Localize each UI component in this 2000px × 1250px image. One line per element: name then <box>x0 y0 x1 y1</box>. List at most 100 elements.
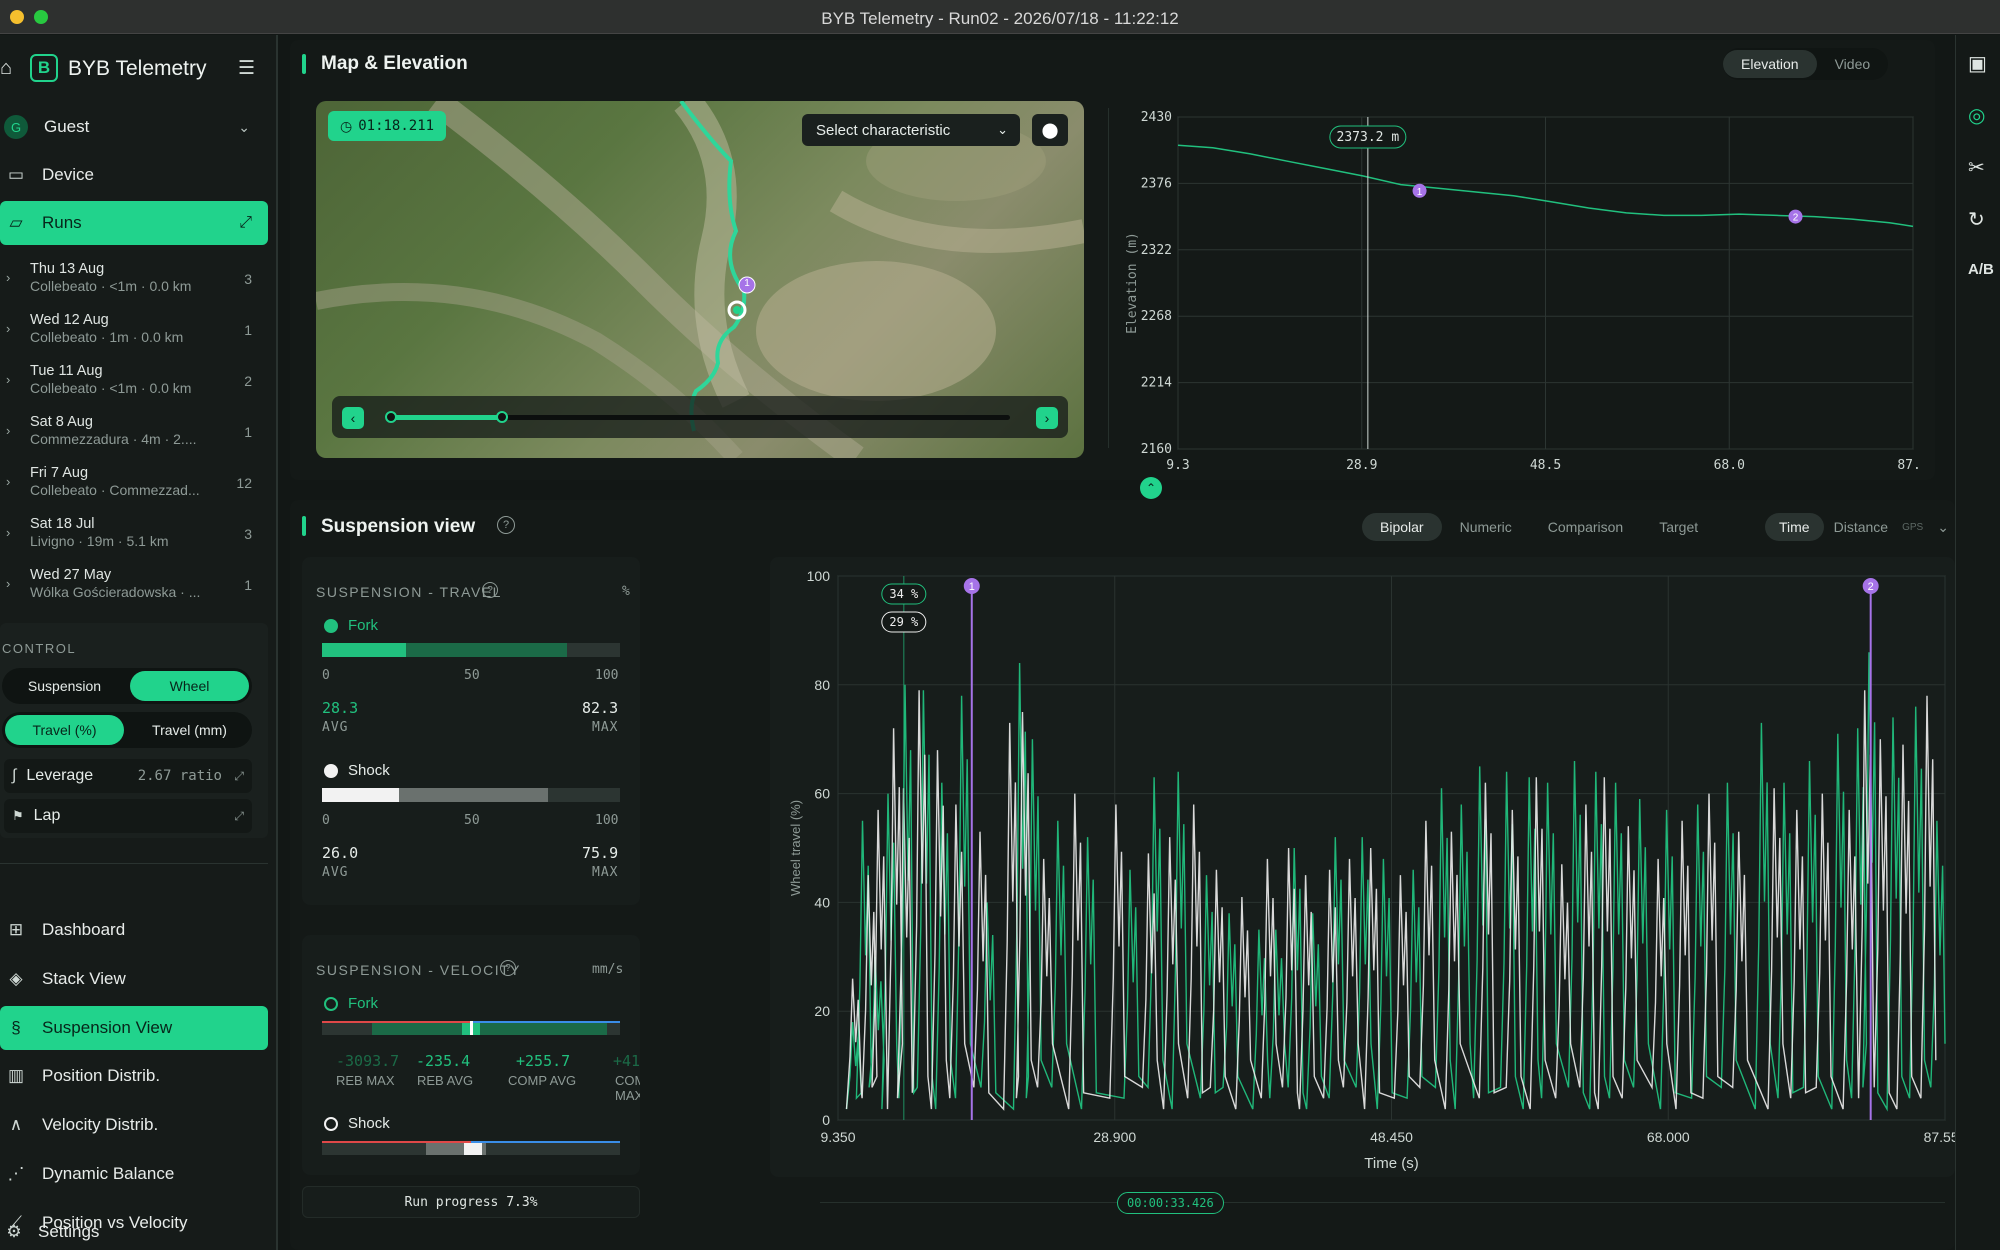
playhead-time[interactable]: 00:00:33.426 <box>1117 1192 1224 1214</box>
nav-label: Stack View <box>42 968 126 988</box>
sidebar-item-dashboard[interactable]: ⊞ Dashboard <box>0 908 268 952</box>
velocity-title: SUSPENSION - VELOCITY <box>316 962 521 978</box>
mode-suspension[interactable]: Suspension <box>5 671 124 701</box>
title-bar: BYB Telemetry - Run02 - 2026/07/18 - 11:… <box>0 0 2000 34</box>
comp-max-label: COMP MAX <box>615 1073 640 1103</box>
comp-avg-value: +255.7 <box>516 1052 571 1070</box>
nav-label: Dashboard <box>42 920 126 939</box>
scrub-range <box>390 415 502 420</box>
shock-velocity-bar <box>322 1141 620 1155</box>
chevron-down-icon: ⌄ <box>238 118 250 135</box>
tab-numeric[interactable]: Numeric <box>1442 513 1530 541</box>
run-item[interactable]: › Wed 12 Aug Collebeato · 1m · 0.0 km 1 <box>0 308 268 358</box>
cursor-value-label: 34 % <box>889 587 919 601</box>
chevron-right-icon[interactable]: › <box>6 423 10 438</box>
sidebar-item-dynamic-balance[interactable]: ⋰ Dynamic Balance <box>0 1152 268 1196</box>
scrub-next-button[interactable]: › <box>1036 407 1058 429</box>
sidebar-item-device[interactable]: ▭ Device <box>0 153 268 197</box>
sidebar-item-velocity-distrib[interactable]: ∧ Velocity Distrib. <box>0 1103 268 1147</box>
scrub-track[interactable] <box>385 411 1010 423</box>
y-tick-label: 2268 <box>1141 309 1172 324</box>
shock-avg-label: AVG <box>322 865 349 880</box>
tab-bipolar[interactable]: Bipolar <box>1362 513 1442 541</box>
satellite-map[interactable]: 1 ◷ 01:18.211 Select characteristic ⌄ ⬤ … <box>316 101 1084 458</box>
x-tick-label: 48.5 <box>1530 458 1561 473</box>
scrub-prev-button[interactable]: ‹ <box>342 407 364 429</box>
run-item[interactable]: › Wed 27 May Wólka Gościeradowska · ... 1 <box>0 563 268 613</box>
chevron-right-icon[interactable]: › <box>6 525 10 540</box>
target-icon[interactable]: ◎ <box>1968 103 1985 128</box>
shock-max-value: 75.9 <box>582 844 619 862</box>
tab-time[interactable]: Time <box>1765 513 1824 541</box>
location-pin-button[interactable]: ⬤ <box>1032 114 1068 146</box>
scrub-handle-start[interactable] <box>385 411 397 423</box>
reb-max-value: -3093.7 <box>336 1052 400 1070</box>
chevron-right-icon[interactable]: › <box>6 372 10 387</box>
tab-target[interactable]: Target <box>1641 513 1716 541</box>
expand-icon[interactable]: ⤢ <box>239 214 252 232</box>
ab-icon[interactable]: A/B <box>1968 261 1994 278</box>
window-icon[interactable]: ▣ <box>1968 51 1987 76</box>
run-count: 1 <box>244 322 252 338</box>
sidebar-item-stack-view[interactable]: ◈ Stack View <box>0 957 268 1001</box>
characteristic-select[interactable]: Select characteristic ⌄ <box>802 114 1020 146</box>
tick-100: 100 <box>595 813 619 828</box>
playhead-track <box>820 1202 1945 1203</box>
collapse-panel-button[interactable]: ⌃ <box>1140 477 1162 499</box>
x-tick-label: 9.3 <box>1166 458 1189 473</box>
chevron-right-icon[interactable]: › <box>6 576 10 591</box>
section-indicator <box>302 516 306 536</box>
run-item[interactable]: › Thu 13 Aug Collebeato · <1m · 0.0 km 3 <box>0 257 268 307</box>
gps-label: GPS <box>1902 521 1924 533</box>
chevron-right-icon[interactable]: › <box>6 270 10 285</box>
run-date: Fri 7 Aug <box>30 465 89 481</box>
help-icon[interactable]: ? <box>497 516 515 534</box>
comp-max-value: +4160.4 <box>613 1052 640 1070</box>
run-date: Thu 13 Aug <box>30 261 105 277</box>
leverage-row[interactable]: ∫ Leverage 2.67 ratio ⤢ <box>4 759 252 793</box>
lap-row[interactable]: ⚑ Lap ⤢ <box>4 799 252 833</box>
run-item[interactable]: › Fri 7 Aug Collebeato · Commezzad... 12 <box>0 461 268 511</box>
fork-ring <box>324 997 338 1011</box>
home-icon[interactable]: ⌂ <box>0 57 12 80</box>
run-count: 3 <box>244 271 252 287</box>
chevron-right-icon[interactable]: › <box>6 321 10 336</box>
wheel-travel-chart[interactable]: 0 20 40 60 80 100 9.350 28.900 48.450 68.000 87.55… <box>770 557 1955 1237</box>
fork-vel-range <box>372 1023 607 1035</box>
expand-icon[interactable]: ⤢ <box>234 809 244 824</box>
x-tick-label: 9.350 <box>820 1129 855 1145</box>
collapse-sidebar-icon[interactable]: ☰ <box>238 57 255 80</box>
device-label: Device <box>42 165 94 184</box>
help-icon[interactable]: ? <box>500 960 516 976</box>
tab-comparison[interactable]: Comparison <box>1530 513 1641 541</box>
run-progress-text: Run progress 7.3% <box>404 1194 538 1210</box>
run-item[interactable]: › Sat 8 Aug Commezzadura · 4m · 2.... 1 <box>0 410 268 460</box>
unit-travel-mm[interactable]: Travel (mm) <box>130 715 249 745</box>
run-item[interactable]: › Tue 11 Aug Collebeato · <1m · 0.0 km 2 <box>0 359 268 409</box>
unit-travel-percent[interactable]: Travel (%) <box>5 715 124 745</box>
sidebar-item-suspension-view[interactable]: § Suspension View <box>0 1005 268 1050</box>
mode-wheel[interactable]: Wheel <box>130 671 249 701</box>
help-icon[interactable]: ? <box>482 582 498 598</box>
elevation-chart[interactable]: 2430 2376 2322 2268 2214 21609.3 28.9 48.5 68.0 8… <box>1120 60 1920 480</box>
sidebar-item-runs[interactable]: ▱ Runs ⤢ <box>0 201 268 245</box>
chevron-right-icon[interactable]: › <box>6 474 10 489</box>
run-count: 1 <box>244 424 252 440</box>
scrub-handle-end[interactable] <box>496 411 508 423</box>
y-axis-label: Wheel travel (%) <box>788 800 803 896</box>
y-axis-label: Elevation (m) <box>1125 232 1140 334</box>
sidebar: ⌂ B BYB Telemetry ☰ G Guest ⌄ ▭ Device ▱… <box>0 35 278 1250</box>
expand-icon[interactable]: ⤢ <box>234 769 244 784</box>
run-location: Commezzadura · 4m · 2.... <box>30 431 197 447</box>
marker-label: 2 <box>1868 581 1874 593</box>
scissors-icon[interactable]: ✂ <box>1968 155 1985 180</box>
sidebar-item-settings[interactable]: ⚙ Settings <box>0 1217 268 1247</box>
suspension-title: Suspension view <box>321 516 476 537</box>
sidebar-item-position-distrib[interactable]: ▥ Position Distrib. <box>0 1054 268 1098</box>
user-menu[interactable]: G Guest ⌄ <box>0 105 268 149</box>
spring-icon: § <box>11 1017 21 1037</box>
refresh-icon[interactable]: ↻ <box>1968 207 1985 232</box>
run-item[interactable]: › Sat 18 Jul Livigno · 19m · 5.1 km 3 <box>0 512 268 562</box>
tab-distance[interactable]: Distance <box>1824 513 1898 541</box>
fork-avg-value: 28.3 <box>322 699 359 717</box>
